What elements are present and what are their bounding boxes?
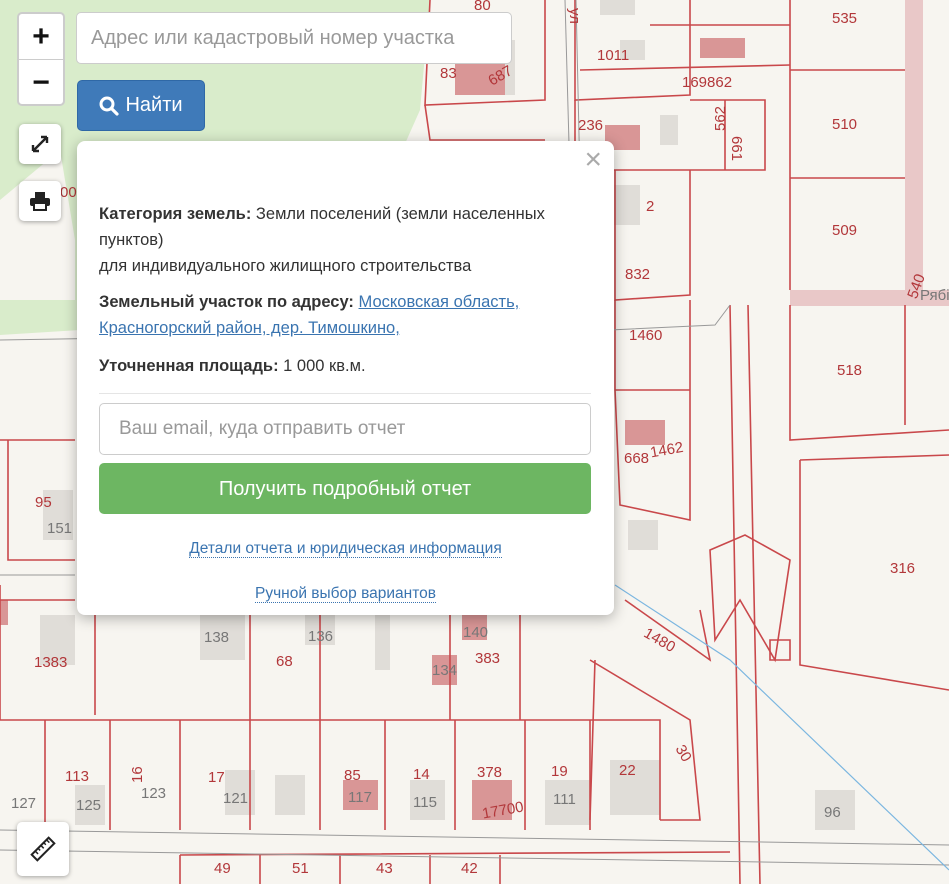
parcel-number-label: 510 bbox=[832, 116, 857, 133]
parcel-number-label: 832 bbox=[625, 266, 650, 283]
parcel-number-label: 49 bbox=[214, 860, 231, 877]
parcel-address: Земельный участок по адресу: Московская … bbox=[99, 289, 592, 341]
parcel-number-label: 134 bbox=[432, 662, 457, 679]
parcel-number-label: 2 bbox=[646, 198, 654, 215]
manual-selection-link-row: Ручной выбор вариантов bbox=[77, 581, 614, 607]
zoom-out-button[interactable]: − bbox=[19, 60, 63, 105]
land-category-label: Категория земель: bbox=[99, 205, 252, 223]
parcel-number-label: 518 bbox=[837, 362, 862, 379]
search-icon bbox=[99, 96, 120, 116]
parcel-number-label: 95 bbox=[35, 494, 52, 511]
search-button[interactable]: Найти bbox=[77, 80, 205, 131]
parcel-number-label: 83 bbox=[440, 65, 457, 82]
parcel-number-label: 42 bbox=[461, 860, 478, 877]
parcel-number-label: Рябі bbox=[920, 287, 949, 304]
parcel-number-label: 1383 bbox=[34, 654, 67, 671]
land-usage: для индивидуального жилищного строительс… bbox=[99, 257, 472, 275]
address-label: Земельный участок по адресу: bbox=[99, 293, 354, 311]
zoom-control: + − bbox=[17, 12, 65, 106]
parcel-number-label: 136 bbox=[308, 628, 333, 645]
parcel-number-label: 1460 bbox=[629, 327, 662, 344]
parcel-number-label: 151 bbox=[47, 520, 72, 537]
parcel-number-label: 51 bbox=[292, 860, 309, 877]
parcel-number-label: 43 bbox=[376, 860, 393, 877]
ruler-icon bbox=[30, 836, 56, 862]
area-value: 1 000 кв.м. bbox=[283, 357, 366, 375]
parcel-number-label: 68 bbox=[276, 653, 293, 670]
parcel-number-label: 14 bbox=[413, 766, 430, 783]
parcel-number-label: 383 bbox=[475, 650, 500, 667]
parcel-number-label: 85 bbox=[344, 767, 361, 784]
report-details-link[interactable]: Детали отчета и юридическая информация bbox=[189, 540, 502, 558]
print-button[interactable] bbox=[19, 181, 61, 221]
parcel-number-label: 509 bbox=[832, 222, 857, 239]
parcel-number-label: 378 bbox=[477, 764, 502, 781]
parcel-number-label: 115 bbox=[413, 794, 437, 811]
parcel-number-label: 96 bbox=[824, 804, 841, 821]
parcel-number-label: 30 bbox=[672, 742, 695, 765]
ruler-button[interactable] bbox=[17, 822, 69, 876]
parcel-number-label: 236 bbox=[578, 117, 603, 134]
get-report-button[interactable]: Получить подробный отчет bbox=[99, 463, 591, 514]
parcel-number-label: 123 bbox=[141, 785, 166, 802]
parcel-number-label: 16 bbox=[129, 766, 146, 783]
parcel-number-label: 19 bbox=[551, 763, 568, 780]
fullscreen-button[interactable] bbox=[19, 124, 61, 164]
parcel-info-popup: × Категория земель: Земли поселений (зем… bbox=[77, 141, 614, 615]
parcel-number-label: 00 bbox=[60, 184, 77, 201]
expand-icon bbox=[31, 135, 49, 153]
printer-icon bbox=[30, 192, 50, 211]
zoom-in-button[interactable]: + bbox=[19, 14, 63, 60]
parcel-number-label: 111 bbox=[553, 791, 576, 808]
email-input[interactable] bbox=[99, 403, 591, 455]
area-label: Уточненная площадь: bbox=[99, 357, 279, 375]
parcel-area: Уточненная площадь: 1 000 кв.м. bbox=[99, 353, 592, 379]
land-category: Категория земель: Земли поселений (земли… bbox=[99, 201, 592, 279]
manual-selection-link[interactable]: Ручной выбор вариантов bbox=[254, 585, 437, 603]
parcel-number-label: 562 bbox=[712, 106, 729, 131]
parcel-number-label: 1480 bbox=[641, 625, 678, 656]
report-details-link-row: Детали отчета и юридическая информация bbox=[77, 536, 614, 562]
parcel-number-label: 316 bbox=[890, 560, 915, 577]
parcel-number-label: 1011 bbox=[597, 47, 629, 64]
parcel-number-label: 113 bbox=[65, 768, 89, 785]
parcel-number-label: 127 bbox=[11, 795, 36, 812]
parcel-number-label: 125 bbox=[76, 797, 101, 814]
parcel-number-label: 22 bbox=[619, 762, 636, 779]
parcel-number-label: 668 bbox=[624, 450, 649, 467]
close-popup-button[interactable]: × bbox=[584, 145, 602, 175]
parcel-number-label: 661 bbox=[728, 136, 745, 161]
parcel-number-label: 121 bbox=[223, 790, 248, 807]
address-search-input[interactable] bbox=[76, 12, 512, 64]
parcel-number-label: 169862 bbox=[682, 74, 732, 91]
parcel-number-label: 535 bbox=[832, 10, 857, 27]
parcel-number-label: 17 bbox=[208, 769, 225, 786]
parcel-number-label: 138 bbox=[204, 629, 229, 646]
parcel-number-label: ул bbox=[566, 8, 583, 24]
parcel-number-label: 117 bbox=[348, 789, 372, 806]
divider bbox=[99, 393, 591, 394]
parcel-number-label: 140 bbox=[463, 624, 488, 641]
search-button-label: Найти bbox=[125, 94, 183, 116]
